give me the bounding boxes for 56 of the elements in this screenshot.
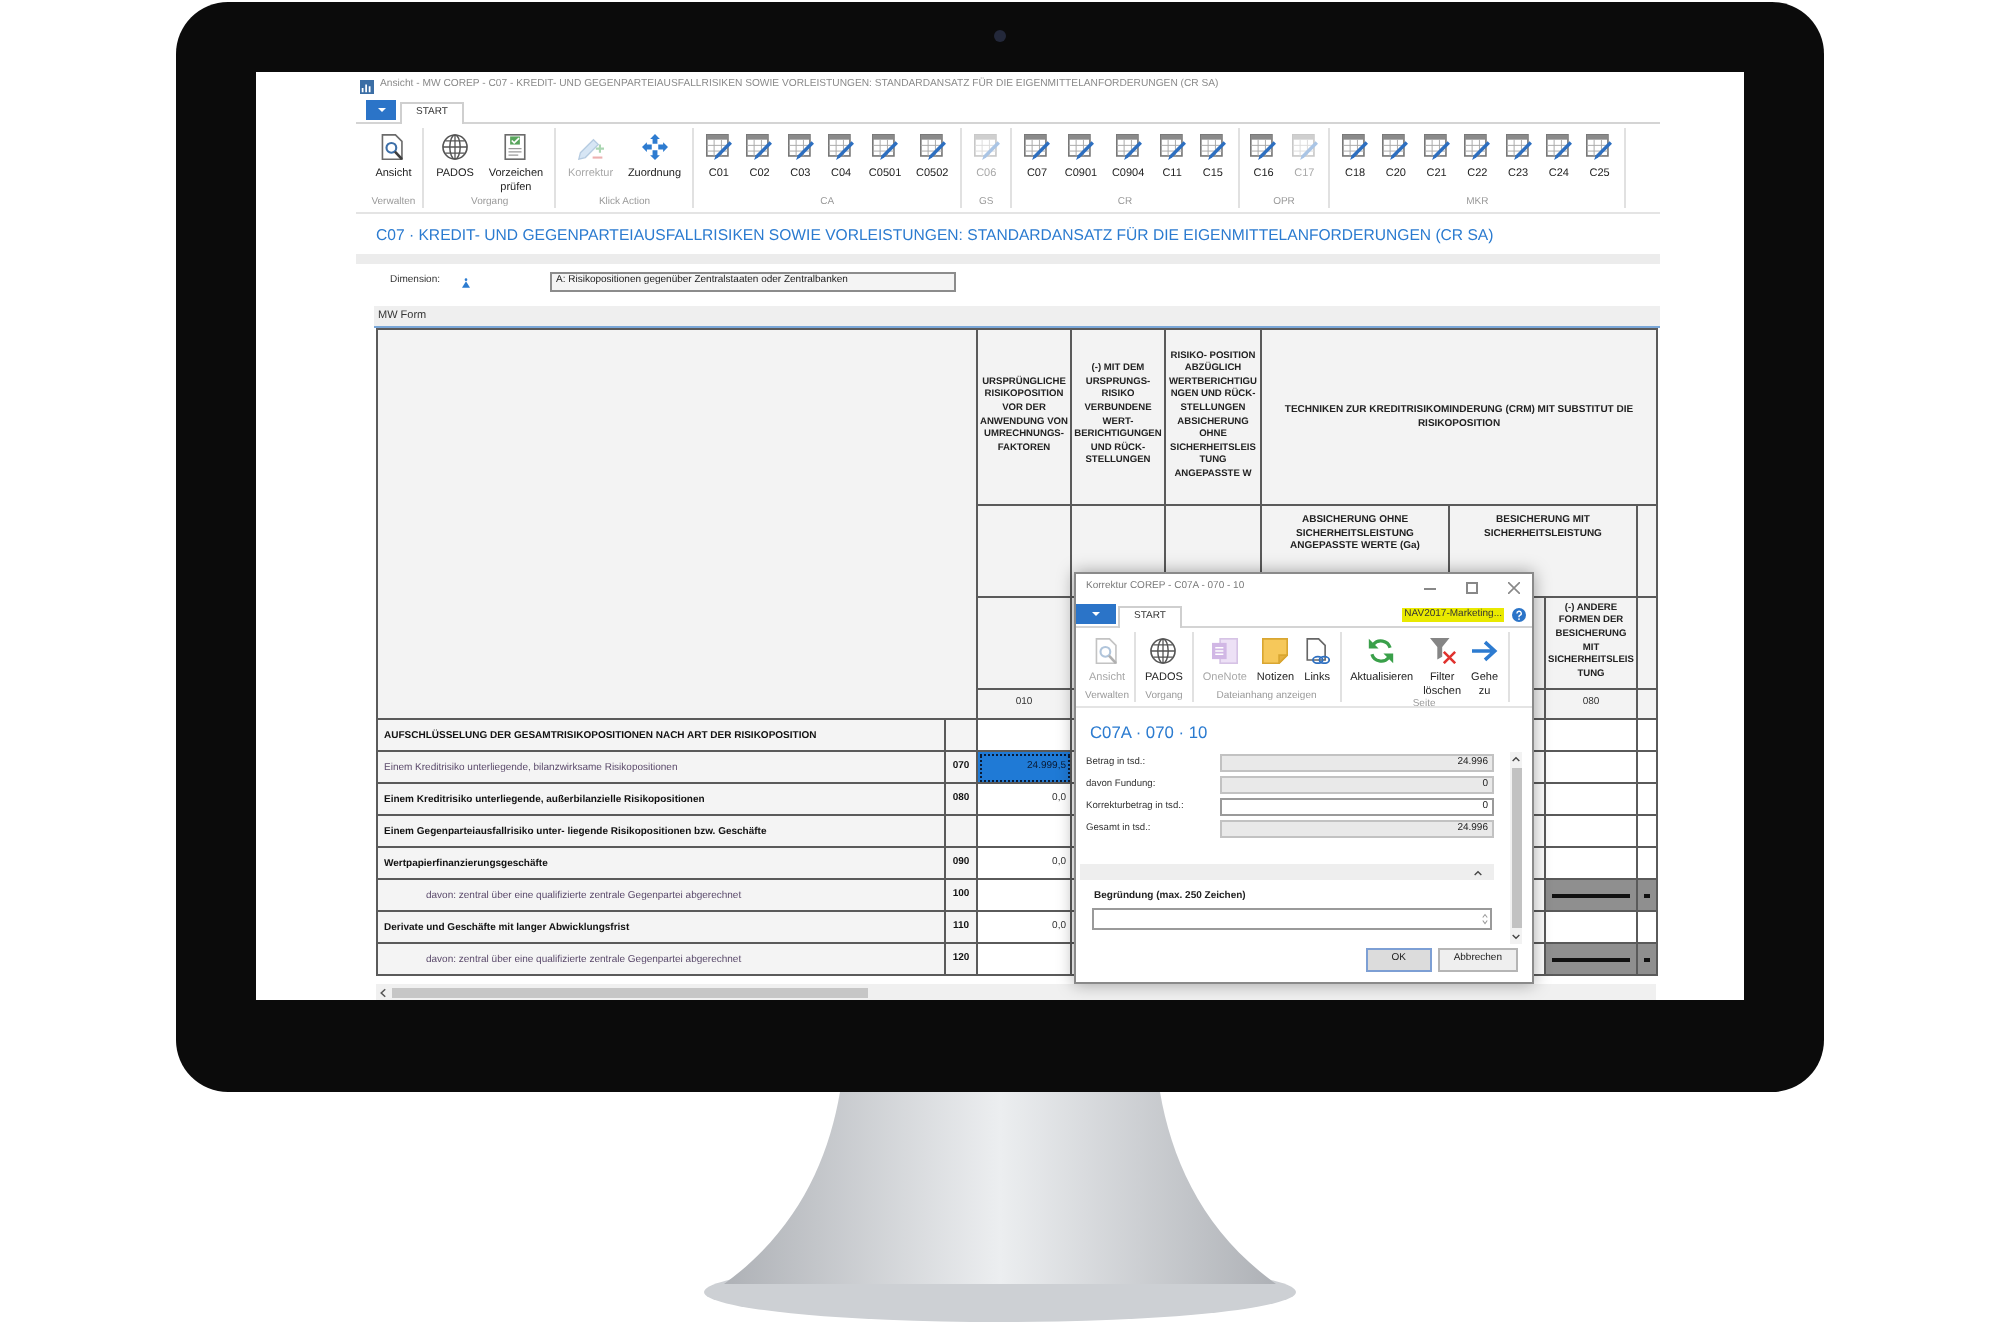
arrow-right-icon [1471, 638, 1498, 664]
table-pencil-icon [1023, 134, 1050, 160]
scrollbar-thumb[interactable] [392, 987, 868, 997]
magnifier-document-icon [380, 134, 407, 160]
table-pencil-icon [1342, 134, 1369, 160]
caret-down-icon [377, 108, 385, 112]
minimize-icon[interactable] [1424, 587, 1436, 589]
table-pencil-icon [1464, 134, 1491, 160]
close-icon[interactable] [1508, 582, 1520, 594]
chevron-down-icon[interactable] [1512, 934, 1520, 940]
table-pencil-icon [872, 134, 899, 160]
table-pencil-icon [1159, 134, 1186, 160]
caret-down-icon [1092, 612, 1100, 616]
scrollbar[interactable] [1510, 752, 1522, 944]
table-pencil-icon [1067, 134, 1094, 160]
table-pencil-icon [1199, 134, 1226, 160]
table-pencil-icon [919, 134, 946, 160]
table-pencil-icon [1423, 134, 1450, 160]
menu-button[interactable] [366, 100, 396, 120]
notebook-icon [1211, 638, 1238, 664]
maximize-icon[interactable] [1466, 582, 1478, 594]
table-pencil-icon [828, 134, 855, 160]
app-icon [360, 79, 374, 93]
help-icon[interactable] [1512, 608, 1526, 622]
table-pencil-icon [1545, 134, 1572, 160]
webcam-icon [994, 30, 1006, 42]
table-pencil-icon [1291, 134, 1318, 160]
globe-icon [1150, 638, 1177, 664]
scroll-arrows-icon[interactable] [1482, 911, 1488, 925]
table-pencil-icon [973, 134, 1000, 160]
table-pencil-icon [1505, 134, 1532, 160]
pencil-plus-minus-icon [577, 134, 604, 160]
chevron-up-icon[interactable] [1512, 756, 1520, 762]
table-pencil-icon [1382, 134, 1409, 160]
magnifier-document-icon [1094, 638, 1121, 664]
text-area[interactable] [1092, 907, 1492, 929]
checklist-document-icon [502, 134, 529, 160]
scrollbar-thumb[interactable] [1511, 768, 1521, 928]
table-pencil-icon [787, 134, 814, 160]
globe-icon [442, 134, 469, 160]
arrows-icon [641, 134, 668, 160]
filter-clear-icon [1429, 638, 1456, 664]
dialog-heading: C07A · 070 · 10 [1090, 720, 1210, 744]
document-link-icon [1304, 638, 1331, 664]
table-pencil-icon [1586, 134, 1613, 160]
triangle-icon [462, 277, 470, 287]
table-pencil-icon [1115, 134, 1142, 160]
scrollbar[interactable] [376, 984, 1656, 1000]
table-pencil-icon [705, 134, 732, 160]
table-pencil-icon [1250, 134, 1277, 160]
table-pencil-icon [746, 134, 773, 160]
refresh-icon [1368, 638, 1395, 664]
menu-button[interactable] [1076, 604, 1116, 624]
chevron-up-icon[interactable] [1474, 869, 1482, 875]
sticky-note-icon [1262, 638, 1289, 664]
chevron-left-icon[interactable] [380, 987, 386, 997]
